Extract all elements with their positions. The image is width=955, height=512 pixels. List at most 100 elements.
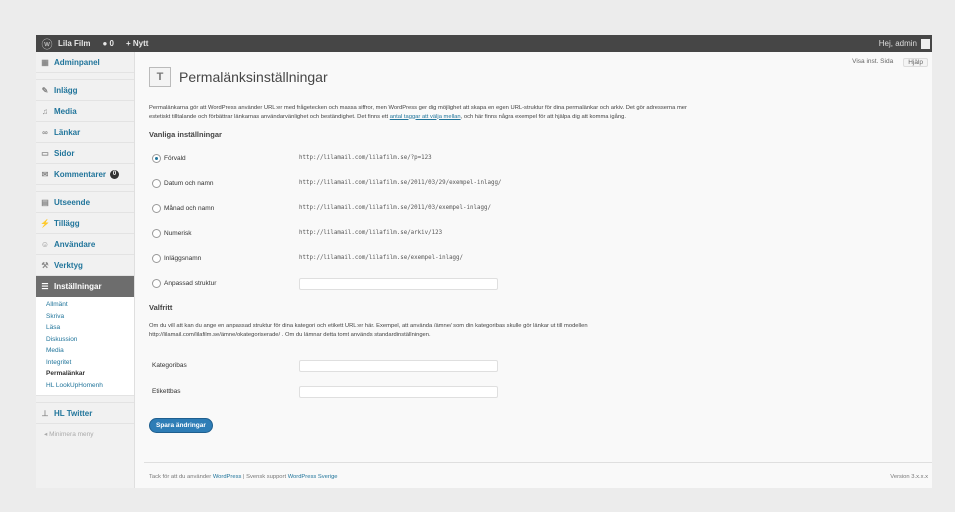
settings-page-icon: T — [149, 67, 171, 87]
submenu-item-permalinks[interactable]: Permalänkar — [36, 368, 134, 380]
submenu-item-privacy[interactable]: Integritet — [36, 357, 134, 369]
sidebar-item-label: Verktyg — [54, 260, 83, 270]
sidebar-item-comments[interactable]: ✉ Kommentarer 0 — [36, 164, 134, 185]
settings-submenu: Allmänt Skriva Läsa Diskussion Media Int… — [36, 297, 134, 396]
radio-button[interactable] — [152, 254, 161, 263]
browser-frame: ⓦ Lila Film ● 0 + Nytt Hej, admin ▦ Admi… — [36, 35, 932, 488]
option-label: Inläggsnamn — [164, 255, 202, 262]
dashboard-icon: ▦ — [41, 57, 49, 67]
footer-support: | Svensk support — [241, 474, 288, 480]
pin-icon: ✎ — [41, 85, 49, 95]
submenu-item-reading[interactable]: Läsa — [36, 322, 134, 334]
sidebar-item-label: Sidor — [54, 148, 75, 158]
collapse-label: Minimera meny — [49, 431, 94, 438]
footer-divider — [144, 462, 932, 463]
submenu-item-general[interactable]: Allmänt — [36, 299, 134, 311]
wordpress-sverige-link[interactable]: WordPress Sverige — [288, 474, 338, 480]
sidebar-item-label: HL Twitter — [54, 408, 93, 418]
sidebar-item-label: Media — [54, 106, 77, 116]
help-button[interactable]: Hjälp — [903, 58, 928, 67]
admin-sidebar: ▦ Adminpanel ✎ Inlägg ♫ Media ∞ Länkar ▭… — [36, 52, 135, 488]
screen-meta-links: Visa inst. Sida Hjälp — [852, 58, 928, 67]
wordpress-link[interactable]: WordPress — [213, 474, 242, 480]
submenu-item-lookup[interactable]: HL LookUpHomenh — [36, 380, 134, 392]
tag-base-label: Etikettbas — [152, 388, 181, 395]
intro-line-2a: estetiskt tilltalande och förbättrar län… — [149, 113, 390, 120]
sidebar-item-tools[interactable]: ⚒ Verktyg — [36, 255, 134, 276]
option-default[interactable]: Förvald — [152, 154, 186, 163]
tools-icon: ⚒ — [41, 260, 49, 270]
sidebar-item-posts[interactable]: ✎ Inlägg — [36, 79, 134, 101]
page-header: T Permalänksinställningar — [149, 67, 328, 87]
avatar[interactable] — [921, 38, 930, 49]
account-greeting[interactable]: Hej, admin — [879, 39, 917, 48]
radio-button[interactable] — [152, 154, 161, 163]
option-label: Förvald — [164, 155, 186, 162]
collapse-arrow-icon: ◂ — [44, 431, 48, 438]
collapse-menu-button[interactable]: ◂ Minimera meny — [36, 424, 134, 438]
sidebar-item-appearance[interactable]: ▤ Utseende — [36, 191, 134, 213]
sidebar-item-links[interactable]: ∞ Länkar — [36, 122, 134, 143]
new-content-link[interactable]: + Nytt — [126, 39, 148, 48]
sidebar-item-dashboard[interactable]: ▦ Adminpanel — [36, 52, 134, 73]
example-url: http://lilamail.com/lilafilm.se/?p=123 — [299, 155, 432, 161]
optional-heading: Valfritt — [149, 303, 173, 312]
sidebar-item-plugins[interactable]: ⚡ Tillägg — [36, 213, 134, 234]
save-changes-button[interactable]: Spara ändringar — [149, 418, 213, 433]
option-post-name[interactable]: Inläggsnamn — [152, 254, 201, 263]
option-label: Datum och namn — [164, 180, 214, 187]
sidebar-item-users[interactable]: ☺ Användare — [36, 234, 134, 255]
optional-description: Om du vill att kan du ange en anpassad s… — [149, 322, 909, 340]
sidebar-item-settings[interactable]: ☰ Inställningar — [36, 276, 134, 297]
radio-button[interactable] — [152, 204, 161, 213]
radio-button[interactable] — [152, 279, 161, 288]
intro-line-2b: , och här finns några exempel för att hj… — [460, 113, 626, 120]
screen-options-button[interactable]: Visa inst. Sida — [852, 58, 893, 67]
option-month-name[interactable]: Månad och namn — [152, 204, 214, 213]
common-settings-heading: Vanliga inställningar — [149, 130, 222, 139]
plugin-icon: ⚡ — [40, 218, 50, 228]
submenu-item-media[interactable]: Media — [36, 345, 134, 357]
option-day-name[interactable]: Datum och namn — [152, 179, 214, 188]
intro-text: Permalänkarna gör att WordPress använder… — [149, 104, 929, 121]
radio-button[interactable] — [152, 229, 161, 238]
category-base-label: Kategoribas — [152, 362, 187, 369]
comment-icon: ✉ — [41, 169, 49, 179]
sidebar-item-label: Adminpanel — [54, 57, 100, 67]
version-text: Version 3.x.x.x — [890, 474, 928, 480]
option-numeric[interactable]: Numerisk — [152, 229, 191, 238]
option-label: Numerisk — [164, 230, 192, 237]
option-label: Anpassad struktur — [164, 280, 217, 287]
optional-desc-line-1: Om du vill att kan du ange en anpassad s… — [149, 323, 588, 329]
optional-desc-line-2: http://lilamail.com/lilafilm.se/ämne/oka… — [149, 332, 431, 338]
radio-button[interactable] — [152, 179, 161, 188]
footer-thanks: Tack för att du använder — [149, 474, 213, 480]
comments-link[interactable]: ● 0 — [102, 39, 114, 48]
admin-bar: ⓦ Lila Film ● 0 + Nytt Hej, admin — [36, 35, 932, 52]
sidebar-item-label: Inlägg — [54, 85, 78, 95]
comment-bubble-icon: ● — [102, 39, 108, 48]
link-icon: ∞ — [42, 127, 48, 137]
submenu-item-discussion[interactable]: Diskussion — [36, 334, 134, 346]
sidebar-item-hl-twitter[interactable]: ⊥ HL Twitter — [36, 402, 134, 424]
option-label: Månad och namn — [164, 205, 215, 212]
intro-line-1: Permalänkarna gör att WordPress använder… — [149, 105, 687, 111]
custom-structure-input[interactable] — [299, 278, 498, 290]
example-url: http://lilamail.com/lilafilm.se/2011/03/… — [299, 180, 502, 186]
example-url: http://lilamail.com/lilafilm.se/arkiv/12… — [299, 230, 443, 236]
category-base-input[interactable] — [299, 360, 498, 372]
footer-text: Tack för att du använder WordPress | Sve… — [149, 474, 338, 480]
sidebar-item-media[interactable]: ♫ Media — [36, 101, 134, 122]
site-name-link[interactable]: Lila Film — [58, 39, 90, 48]
sidebar-item-label: Tillägg — [54, 218, 80, 228]
sidebar-item-label: Kommentarer — [54, 169, 107, 179]
tag-base-input[interactable] — [299, 386, 498, 398]
submenu-item-writing[interactable]: Skriva — [36, 311, 134, 323]
wordpress-logo-icon[interactable]: ⓦ — [36, 36, 58, 52]
option-custom-structure[interactable]: Anpassad struktur — [152, 279, 216, 288]
sidebar-item-pages[interactable]: ▭ Sidor — [36, 143, 134, 164]
sidebar-item-label: Användare — [54, 239, 96, 249]
available-tags-link[interactable]: antal taggar att välja mellan — [390, 114, 461, 120]
example-url: http://lilamail.com/lilafilm.se/2011/03/… — [299, 205, 491, 211]
users-icon: ☺ — [40, 239, 50, 249]
